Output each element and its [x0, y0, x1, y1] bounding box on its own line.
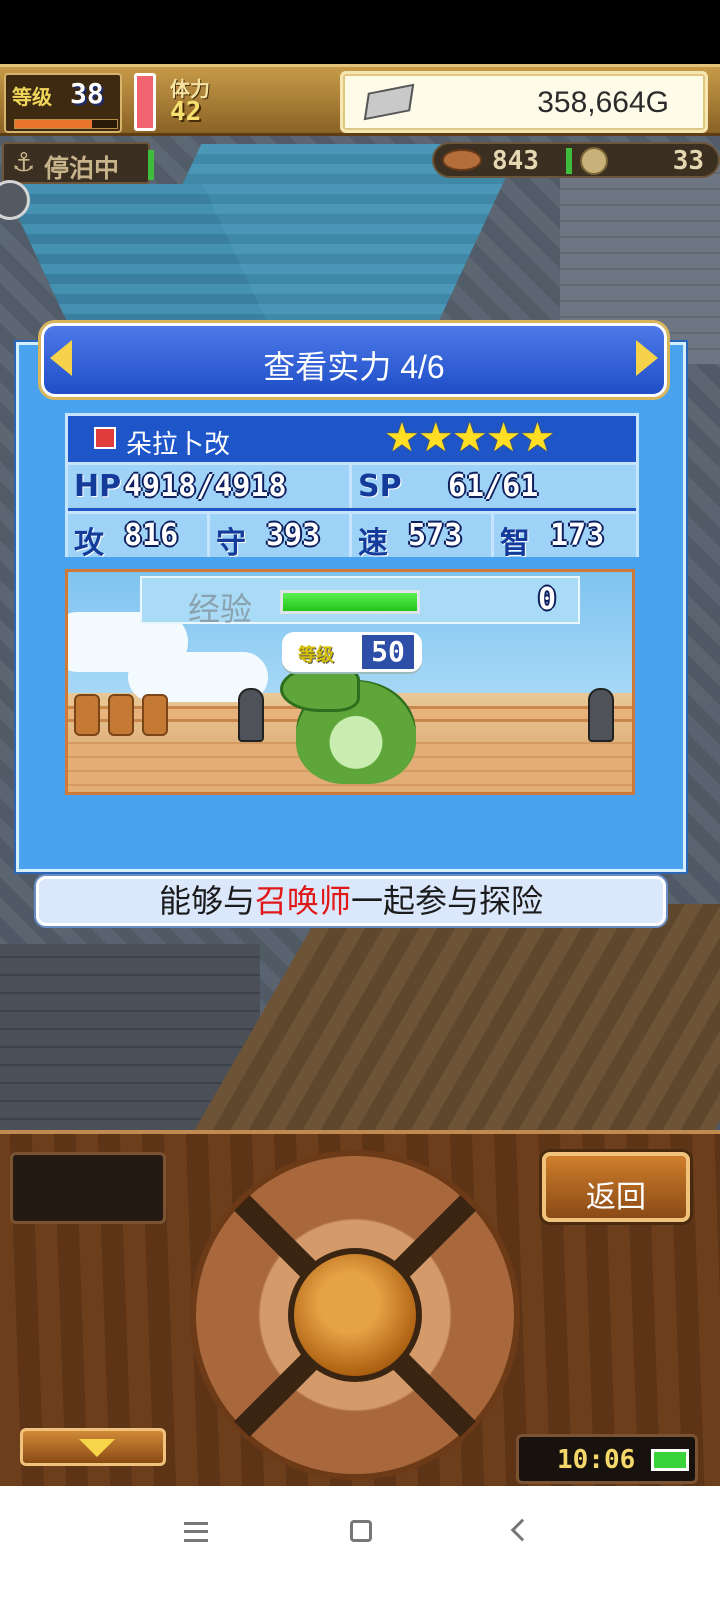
dialog-title: 查看实力 4/6 [263, 349, 445, 385]
harbor-indicator [148, 150, 154, 180]
coin-count: 33 [672, 146, 704, 176]
experience-bar [280, 590, 420, 614]
sp-value: 61/61 [448, 469, 539, 504]
control-panel: 返回 10:06 [0, 1130, 720, 1486]
int-cell: 智 173 [494, 514, 636, 561]
barrel [74, 694, 100, 736]
clock-display: 10:06 [516, 1434, 698, 1484]
sp-cell: SP 61/61 [352, 465, 636, 508]
int-label: 智 [500, 526, 530, 561]
back-button[interactable]: 返回 [542, 1152, 690, 1222]
system-nav-bar [0, 1486, 720, 1600]
hp-value: 4918/4918 [124, 469, 287, 504]
dialog-header: 查看实力 4/6 [41, 323, 667, 397]
barrel [108, 694, 134, 736]
cannon [588, 688, 614, 742]
experience-value: 0 [537, 582, 556, 617]
crocodile-head [280, 666, 360, 712]
coin-icon [580, 147, 608, 175]
back-button-label: 返回 [586, 1181, 646, 1214]
character-preview: 经验 0 等级 50 [65, 569, 635, 795]
level-progress-fill [15, 120, 92, 128]
hp-cell: HP 4918/4918 [68, 465, 352, 508]
stat-row-hp-sp: HP 4918/4918 SP 61/61 [68, 462, 636, 508]
def-cell: 守 393 [210, 514, 352, 561]
monster-level-value: 50 [362, 635, 414, 669]
down-arrow-icon [79, 1439, 115, 1457]
level-value: 38 [70, 77, 104, 110]
player-level-box[interactable]: 等级 38 [4, 73, 122, 133]
back-icon[interactable] [510, 1518, 534, 1542]
directional-pad[interactable] [190, 1150, 520, 1480]
level-progress-bar [14, 119, 118, 129]
mini-display [10, 1152, 166, 1224]
stats-panel: 朵拉卜改 ★★★★★ HP 4918/4918 SP 61/61 攻 816 守… [65, 413, 639, 561]
money-icon [363, 83, 415, 121]
fish-count: 843 [492, 146, 539, 176]
harbor-status-badge[interactable]: ⚓ 停泊中 [2, 142, 154, 184]
status-strip [0, 0, 720, 64]
resource-bar: 843 33 [432, 142, 720, 178]
gold-value: 358,664G [537, 86, 669, 119]
rarity-stars: ★★★★★ [384, 415, 555, 461]
cannon [238, 688, 264, 742]
stamina-gauge [134, 73, 156, 131]
experience-fill [283, 593, 417, 611]
stat-row-attrs: 攻 816 守 393 速 573 智 173 [68, 511, 636, 561]
barrel [142, 694, 168, 736]
spd-label: 速 [358, 526, 388, 561]
top-hud: 等级 38 体力 42 358,664G [0, 64, 720, 136]
dpad-center-button[interactable] [288, 1248, 422, 1382]
monster-level-label: 等级 [298, 645, 334, 666]
stamina-value: 42 [170, 97, 202, 127]
anchor-icon: ⚓ [12, 148, 36, 178]
description-banner: 能够与召唤师一起参与探险 [36, 876, 666, 926]
experience-label: 经验 [188, 591, 253, 627]
home-icon[interactable] [350, 1520, 372, 1542]
experience-box: 经验 0 [140, 576, 580, 627]
spd-cell: 速 573 [352, 514, 494, 561]
name-row: 朵拉卜改 ★★★★★ [68, 416, 636, 462]
next-arrow-icon[interactable] [636, 340, 658, 376]
atk-label: 攻 [74, 526, 104, 561]
description-text-1: 能够与 [158, 883, 255, 919]
sp-label: SP [358, 469, 402, 504]
monster-level-bubble: 等级 50 [282, 632, 422, 672]
fish-icon [442, 149, 482, 171]
character-name: 朵拉卜改 [126, 429, 231, 459]
resource-divider [566, 148, 572, 174]
menu-icon[interactable] [184, 1522, 208, 1542]
gold-box[interactable]: 358,664G [340, 71, 708, 133]
clock-time: 10:06 [557, 1445, 636, 1475]
harbor-status-text: 停泊中 [44, 154, 120, 183]
int-value: 173 [550, 518, 605, 553]
hp-label: HP [74, 469, 122, 504]
strength-dialog: 查看实力 4/6 朵拉卜改 ★★★★★ HP 4918/4918 SP 61/6… [16, 323, 686, 872]
def-label: 守 [216, 526, 246, 561]
spd-value: 573 [408, 518, 463, 553]
wooden-pier [174, 904, 720, 1154]
game-screen: 等级 38 体力 42 358,664G ⚓ 停泊中 843 33 查看实力 4… [0, 0, 720, 1600]
description-text-2: 一起参与探险 [351, 883, 544, 919]
battery-icon [651, 1449, 689, 1471]
fire-element-icon [94, 427, 116, 449]
atk-value: 816 [124, 518, 179, 553]
atk-cell: 攻 816 [68, 514, 210, 561]
def-value: 393 [266, 518, 321, 553]
level-label: 等级 [12, 85, 52, 109]
description-highlight: 召唤师 [254, 883, 351, 919]
scroll-down-button[interactable] [20, 1428, 166, 1466]
